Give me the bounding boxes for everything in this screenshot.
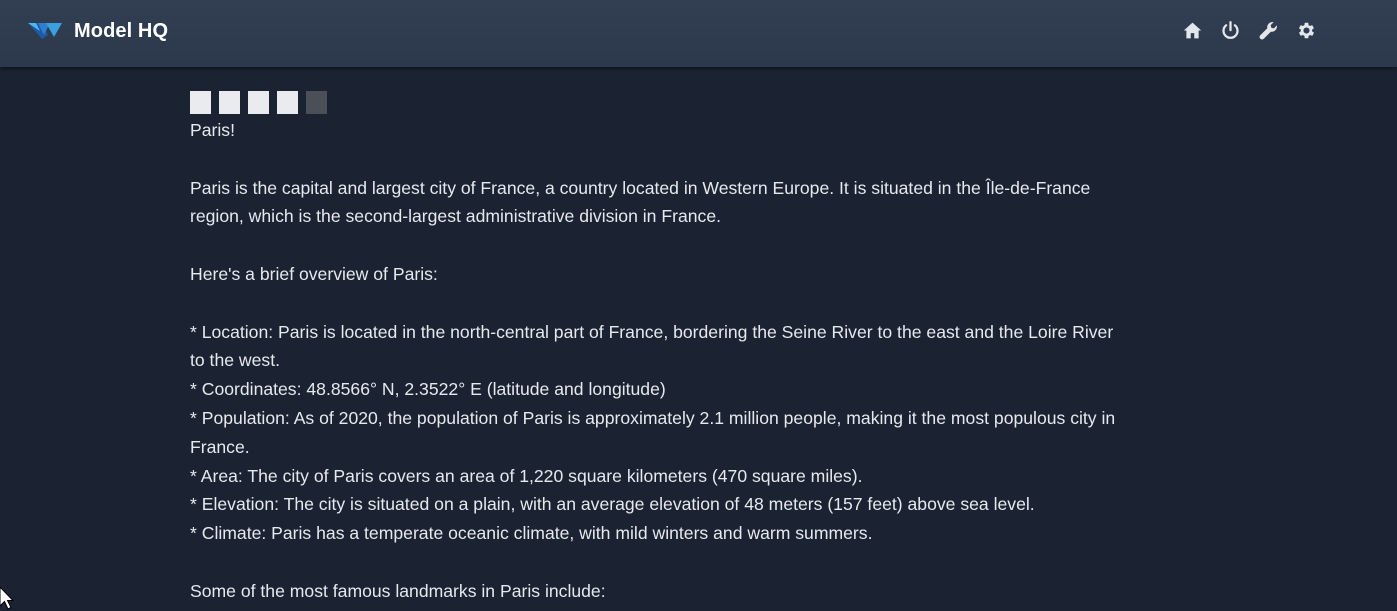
overview-heading: Here's a brief overview of Paris: [190,263,438,284]
model-hq-logo-icon [28,23,62,39]
indicator-block [277,91,298,114]
mouse-cursor-icon [0,587,14,610]
indicator-block [248,91,269,114]
home-button[interactable] [1179,17,1205,43]
toolbar [1167,17,1319,43]
bullet-line: * Population: As of 2020, the population… [190,407,1116,428]
indicator-block [306,91,327,114]
greeting-text: Paris! [190,120,235,140]
home-icon [1183,22,1201,38]
bullet-line: * Elevation: The city is situated on a p… [190,494,1035,515]
intro-line: Paris is the capital and largest city of… [190,177,1091,198]
brand-home-link[interactable]: Model HQ [28,18,168,44]
bullet-line: * Area: The city of Paris covers an area… [190,465,863,486]
top-bar: Model HQ [0,0,1397,67]
bullet-line: * Location: Paris is located in the nort… [190,321,1114,342]
bullet-line: to the west. [190,350,280,371]
intro-line: region, which is the second-largest admi… [190,206,721,227]
bullet-line: * Coordinates: 48.8566° N, 2.3522° E (la… [190,379,666,400]
gear-icon [1298,22,1314,38]
response-loading-indicator [190,91,1210,116]
indicator-block [219,91,240,114]
power-icon [1221,20,1239,39]
bullet-line: France. [190,436,250,457]
indicator-block [190,91,211,114]
assistant-message: Paris! Paris is the capital and largest … [190,91,1210,606]
bullet-line: * Climate: Paris has a temperate oceanic… [190,523,873,544]
landmarks-heading: Some of the most famous landmarks in Par… [190,580,606,601]
app-title: Model HQ [74,19,169,42]
tools-button[interactable] [1255,17,1281,43]
wrench-icon [1259,21,1277,39]
power-button[interactable] [1217,17,1243,43]
settings-button[interactable] [1293,17,1319,43]
chat-area: Paris! Paris is the capital and largest … [0,67,1397,610]
